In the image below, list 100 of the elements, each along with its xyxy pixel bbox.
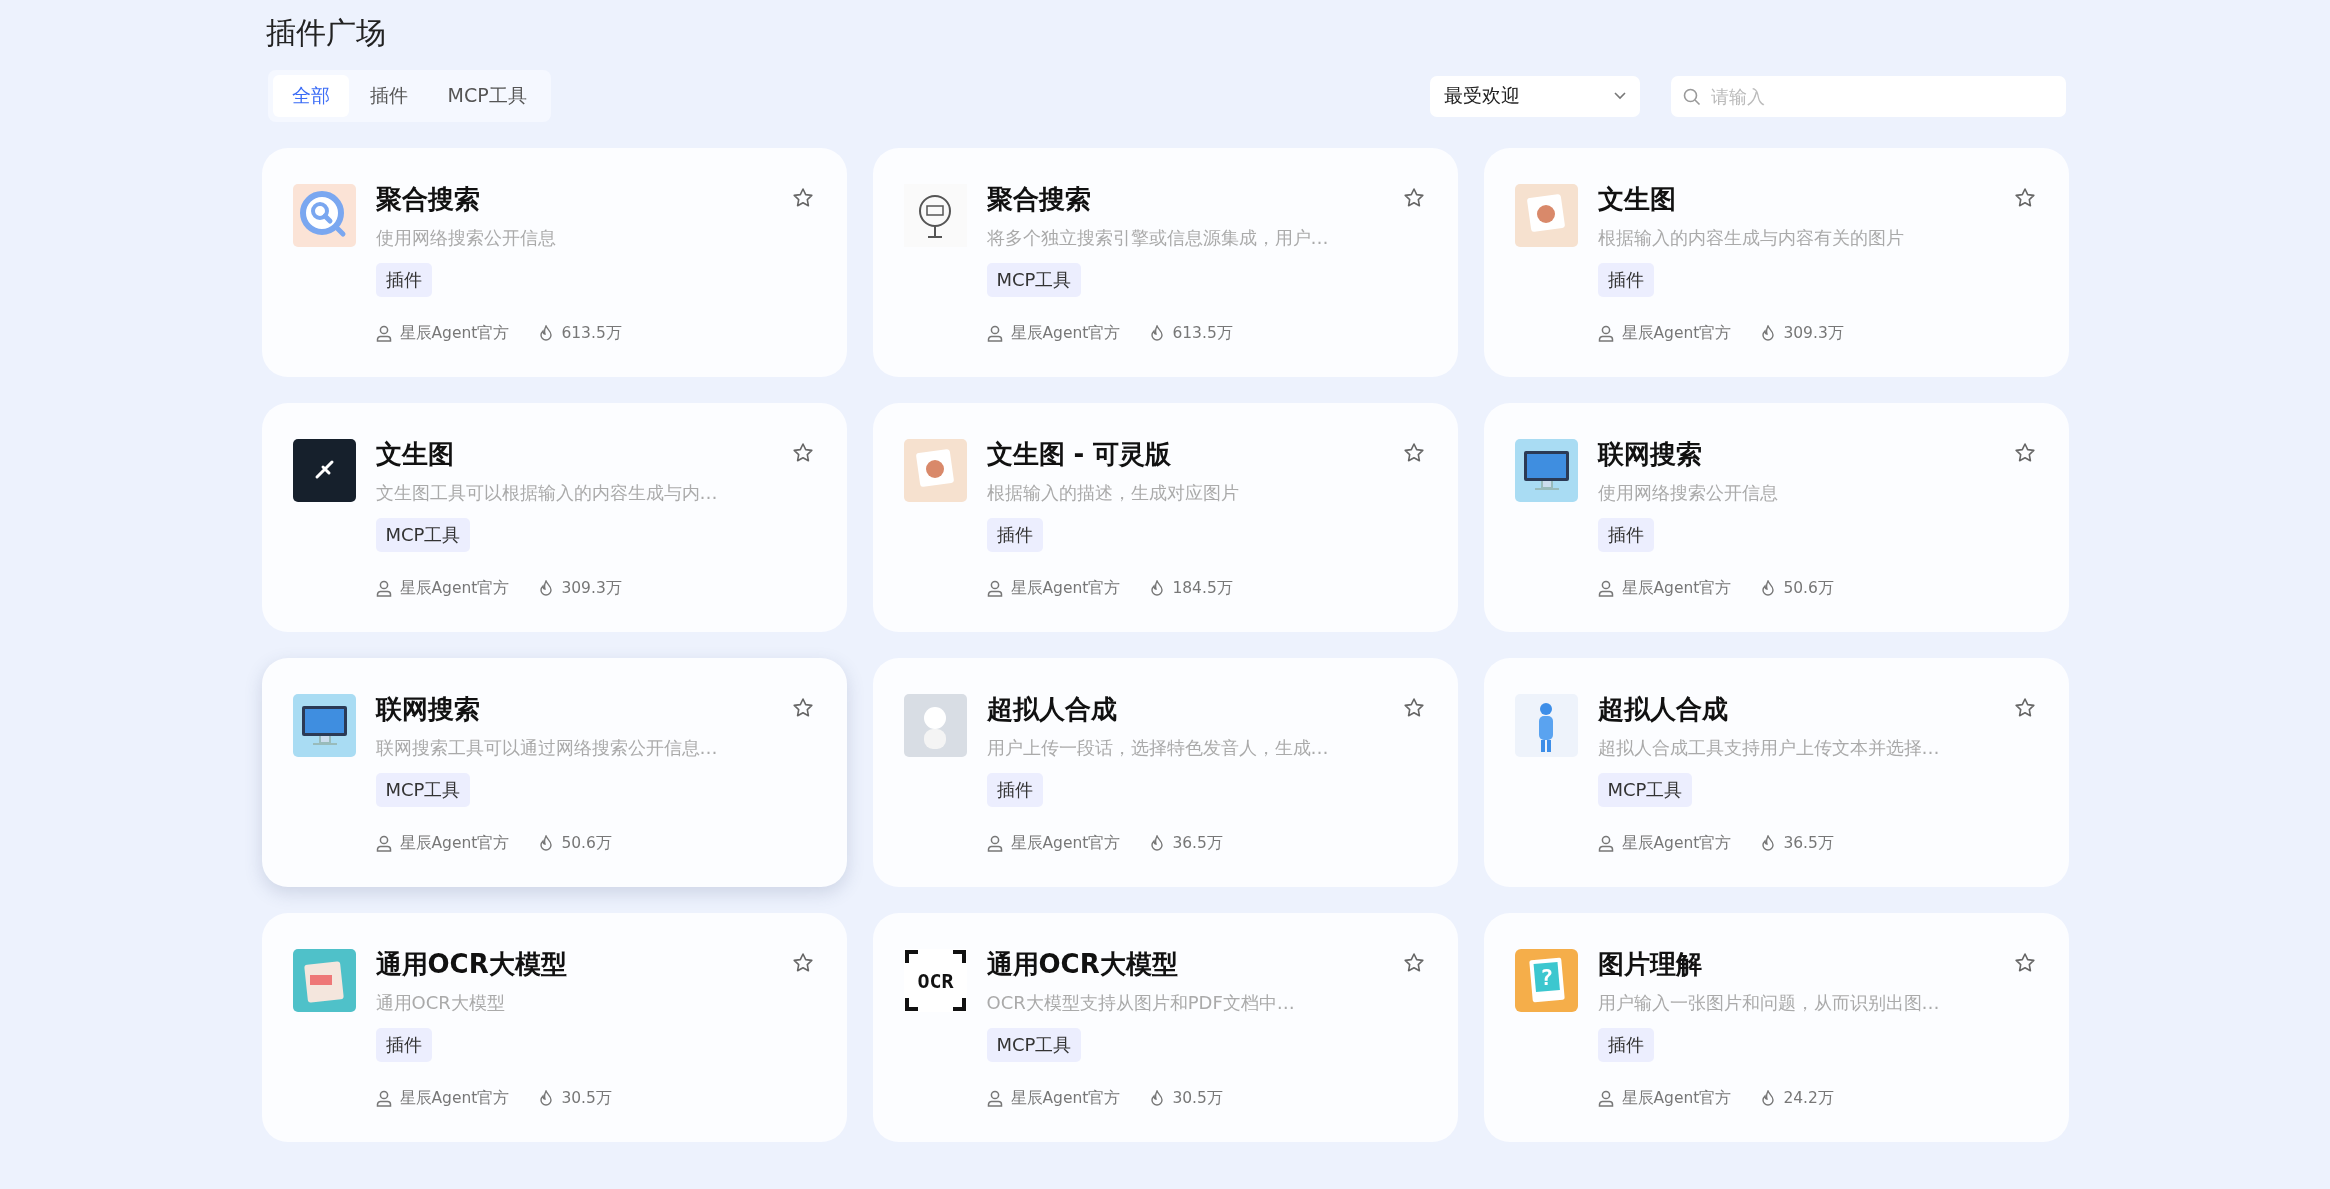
sort-dropdown[interactable]: 最受欢迎 bbox=[1429, 75, 1640, 117]
plugin-description: 根据输入的内容生成与内容有关的图片 bbox=[1597, 226, 1904, 250]
plugin-description: OCR大模型支持从图片和PDF文档中… bbox=[986, 991, 1295, 1015]
plugin-title: 超拟人合成 bbox=[986, 693, 1117, 725]
plugin-thumbnail bbox=[1514, 694, 1578, 757]
plugin-card[interactable]: 联网搜索 联网搜索工具可以通过网络搜索公开信息… MCP工具 星辰Agent官方 50.6万 bbox=[261, 658, 847, 887]
person-icon bbox=[375, 580, 392, 597]
plugin-thumbnail bbox=[1514, 184, 1578, 247]
favorite-star-icon[interactable] bbox=[2013, 952, 2036, 974]
plugin-card[interactable]: 文生图 文生图工具可以根据输入的内容生成与内… MCP工具 星辰Agent官方 309.3万 bbox=[261, 403, 847, 632]
favorite-star-icon[interactable] bbox=[1402, 697, 1425, 719]
person-icon bbox=[1597, 835, 1614, 852]
author-name: 星辰Agent官方 bbox=[399, 833, 510, 854]
search-icon bbox=[1682, 87, 1701, 106]
person-icon bbox=[375, 1090, 392, 1107]
person-icon bbox=[1597, 325, 1614, 342]
person-icon bbox=[1597, 1090, 1614, 1107]
plugin-card[interactable]: OCR 通用OCR大模型 OCR大模型支持从图片和PDF文档中… MCP工具 星辰Agent官方 30.5万 bbox=[872, 913, 1458, 1142]
plugin-thumbnail: ? bbox=[1514, 949, 1578, 1012]
plugin-title: 文生图 - 可灵版 bbox=[986, 438, 1172, 470]
author-name: 星辰Agent官方 bbox=[1010, 833, 1121, 854]
plugin-title: 联网搜索 bbox=[375, 693, 480, 725]
plugin-title: 聚合搜索 bbox=[986, 183, 1091, 215]
favorite-star-icon[interactable] bbox=[791, 187, 814, 209]
plugin-description: 超拟人合成工具支持用户上传文本并选择… bbox=[1597, 736, 1940, 760]
usage-count: 50.6万 bbox=[561, 833, 612, 854]
person-icon bbox=[986, 325, 1003, 342]
flame-icon bbox=[539, 325, 554, 342]
plugin-thumbnail bbox=[292, 184, 356, 247]
person-icon bbox=[986, 1090, 1003, 1107]
plugin-card[interactable]: 文生图 根据输入的内容生成与内容有关的图片 插件 星辰Agent官方 309.3万 bbox=[1483, 148, 2069, 377]
plugin-description: 文生图工具可以根据输入的内容生成与内… bbox=[375, 481, 718, 505]
usage-count: 30.5万 bbox=[1172, 1088, 1223, 1109]
plugin-description: 使用网络搜索公开信息 bbox=[375, 226, 556, 250]
author-name: 星辰Agent官方 bbox=[399, 323, 510, 344]
tab[interactable]: 全部 bbox=[272, 75, 349, 117]
plugin-title: 文生图 bbox=[1597, 183, 1676, 215]
author-name: 星辰Agent官方 bbox=[1621, 833, 1732, 854]
flame-icon bbox=[539, 580, 554, 597]
favorite-star-icon[interactable] bbox=[1402, 952, 1425, 974]
plugin-title: 图片理解 bbox=[1597, 948, 1702, 980]
plugin-card[interactable]: 联网搜索 使用网络搜索公开信息 插件 星辰Agent官方 50.6万 bbox=[1483, 403, 2069, 632]
usage-count: 309.3万 bbox=[1783, 323, 1844, 344]
plugin-card[interactable]: 文生图 - 可灵版 根据输入的描述，生成对应图片 插件 星辰Agent官方 184.5万 bbox=[872, 403, 1458, 632]
flame-icon bbox=[1761, 580, 1776, 597]
plugin-type-tag: 插件 bbox=[986, 518, 1043, 552]
plugin-card[interactable]: 聚合搜索 使用网络搜索公开信息 插件 星辰Agent官方 613.5万 bbox=[261, 148, 847, 377]
plugin-type-tag: 插件 bbox=[1597, 263, 1654, 297]
plugin-description: 通用OCR大模型 bbox=[375, 991, 505, 1015]
person-icon bbox=[986, 835, 1003, 852]
plugin-card[interactable]: 超拟人合成 超拟人合成工具支持用户上传文本并选择… MCP工具 星辰Agent官方 36.5万 bbox=[1483, 658, 2069, 887]
tab[interactable]: MCP工具 bbox=[428, 75, 546, 117]
person-icon bbox=[986, 580, 1003, 597]
plugin-card[interactable]: 超拟人合成 用户上传一段话，选择特色发音人，生成… 插件 星辰Agent官方 36.5万 bbox=[872, 658, 1458, 887]
flame-icon bbox=[1150, 580, 1165, 597]
plugin-description: 用户上传一段话，选择特色发音人，生成… bbox=[986, 736, 1329, 760]
plugin-type-tag: 插件 bbox=[375, 263, 432, 297]
usage-count: 36.5万 bbox=[1783, 833, 1834, 854]
favorite-star-icon[interactable] bbox=[1402, 442, 1425, 464]
plugin-card[interactable]: 通用OCR大模型 通用OCR大模型 插件 星辰Agent官方 30.5万 bbox=[261, 913, 847, 1142]
plugin-type-tag: 插件 bbox=[986, 773, 1043, 807]
plugin-thumbnail bbox=[903, 694, 967, 757]
usage-count: 36.5万 bbox=[1172, 833, 1223, 854]
author-name: 星辰Agent官方 bbox=[1010, 1088, 1121, 1109]
favorite-star-icon[interactable] bbox=[1402, 187, 1425, 209]
plugin-title: 聚合搜索 bbox=[375, 183, 480, 215]
plugin-card[interactable]: 聚合搜索 将多个独立搜索引擎或信息源集成，用户… MCP工具 星辰Agent官方 613.5万 bbox=[872, 148, 1458, 377]
author-name: 星辰Agent官方 bbox=[399, 578, 510, 599]
plugin-title: 文生图 bbox=[375, 438, 454, 470]
favorite-star-icon[interactable] bbox=[2013, 697, 2036, 719]
plugin-type-tag: 插件 bbox=[375, 1028, 432, 1062]
plugin-card[interactable]: ? 图片理解 用户输入一张图片和问题，从而识别出图… 插件 星辰Agent官方 24.2万 bbox=[1483, 913, 2069, 1142]
search-field[interactable]: 请输入 bbox=[1670, 75, 2066, 117]
author-name: 星辰Agent官方 bbox=[399, 1088, 510, 1109]
person-icon bbox=[375, 325, 392, 342]
plugin-thumbnail bbox=[292, 439, 356, 502]
plugin-thumbnail bbox=[903, 439, 967, 502]
plugin-thumbnail bbox=[1514, 439, 1578, 502]
flame-icon bbox=[1761, 835, 1776, 852]
plugin-type-tag: MCP工具 bbox=[1597, 773, 1693, 807]
plugin-title: 超拟人合成 bbox=[1597, 693, 1728, 725]
plugin-title: 通用OCR大模型 bbox=[986, 948, 1178, 980]
plugin-type-tag: MCP工具 bbox=[375, 518, 471, 552]
flame-icon bbox=[1761, 1090, 1776, 1107]
flame-icon bbox=[1150, 325, 1165, 342]
author-name: 星辰Agent官方 bbox=[1621, 323, 1732, 344]
tab[interactable]: 插件 bbox=[350, 75, 427, 117]
flame-icon bbox=[539, 1090, 554, 1107]
favorite-star-icon[interactable] bbox=[791, 952, 814, 974]
author-name: 星辰Agent官方 bbox=[1010, 323, 1121, 344]
plugin-type-tag: MCP工具 bbox=[986, 263, 1082, 297]
favorite-star-icon[interactable] bbox=[791, 697, 814, 719]
plugin-description: 将多个独立搜索引擎或信息源集成，用户… bbox=[986, 226, 1329, 250]
favorite-star-icon[interactable] bbox=[791, 442, 814, 464]
favorite-star-icon[interactable] bbox=[2013, 187, 2036, 209]
plugin-description: 使用网络搜索公开信息 bbox=[1597, 481, 1778, 505]
plugin-thumbnail: OCR bbox=[903, 949, 967, 1012]
favorite-star-icon[interactable] bbox=[2013, 442, 2036, 464]
usage-count: 184.5万 bbox=[1172, 578, 1233, 599]
person-icon bbox=[1597, 580, 1614, 597]
